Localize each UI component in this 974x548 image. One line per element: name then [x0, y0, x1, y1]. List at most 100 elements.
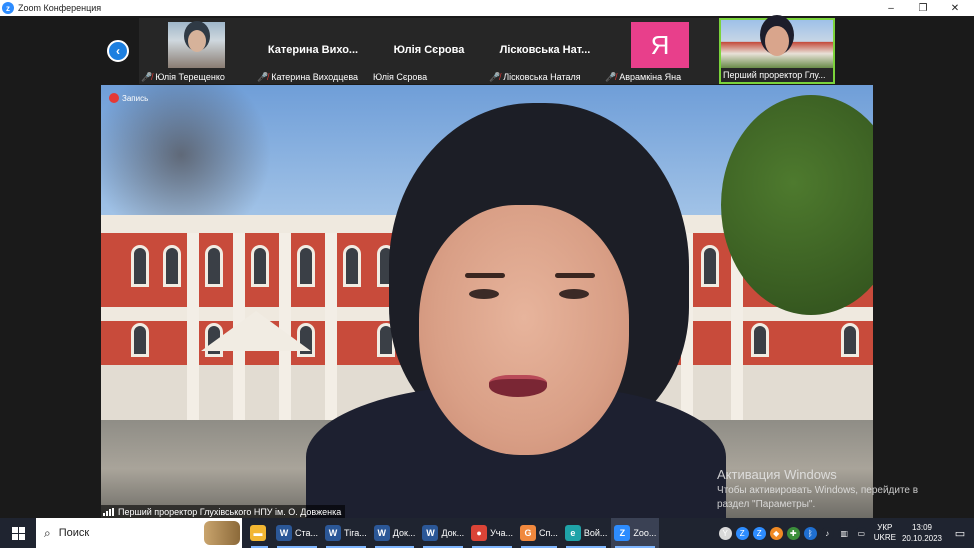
speaker-brow	[465, 273, 505, 278]
chevron-left-icon[interactable]: ‹	[107, 40, 129, 62]
participant-tile[interactable]: Я 🎤̸ Аврамкіна Яна	[603, 18, 719, 84]
zoom-logo-icon: z	[2, 2, 14, 14]
participant-video-thumb	[168, 22, 225, 68]
taskbar-apps: ▬ W Ста... W Tiга... W Док... W Док... ● Уча... G Сп…	[246, 518, 660, 548]
participant-caption: Юлія Сєрова	[373, 71, 485, 83]
word-icon: W	[325, 525, 342, 541]
zoom-window: z Zoom Конференция – ❐ ✕ ‹ 🎤̸ Юлія Терещ…	[0, 0, 974, 548]
recording-label: Запись	[122, 93, 149, 103]
participant-name: Лісковська Наталя	[503, 72, 581, 82]
system-tray: Y Z Z ◆ ✚ ᛒ ♪ ▥ ▭ УКР UKRE 13:09 20.10.2023 ▭	[717, 518, 974, 548]
participant-video-thumb	[721, 20, 833, 68]
word-icon: W	[422, 525, 439, 541]
participant-tile[interactable]: Лісковська Нат... 🎤̸ Лісковська Наталя	[487, 18, 603, 84]
speaker-name: Перший проректор Глухівського НПУ ім. О.…	[118, 506, 342, 517]
participant-strip: ‹ 🎤̸ Юлія Терещенко Катерина Вихо... 🎤̸ …	[0, 16, 974, 84]
windows-logo-icon	[11, 526, 25, 540]
edge-icon: e	[564, 525, 581, 541]
clock-date: 20.10.2023	[901, 534, 942, 543]
clock-time: 13:09	[911, 523, 932, 532]
taskbar-app-label: Zoo...	[633, 528, 657, 538]
participant-display-name: Юлія Сєрова	[393, 44, 465, 56]
signal-bars-icon	[103, 507, 115, 516]
zoom-tray-icon[interactable]: Z	[735, 526, 749, 540]
taskbar-app-label: Док...	[392, 528, 416, 538]
app-orange-icon: G	[520, 525, 536, 541]
restore-button[interactable]: ❐	[908, 0, 938, 16]
title-bar: z Zoom Конференция – ❐ ✕	[0, 0, 974, 16]
word-icon: W	[276, 525, 292, 541]
avatar: Я	[631, 22, 689, 68]
keyboard-layout: UKRE	[873, 533, 896, 542]
participant-display-name: Лісковська Нат...	[499, 44, 591, 56]
taskbar-app-label: Ста...	[295, 528, 319, 538]
participant-name: Перший проректор Глу...	[723, 70, 826, 80]
participant-tile[interactable]: Катерина Вихо... 🎤̸ Катерина Виходцева	[255, 18, 371, 84]
taskbar-app-button[interactable]: W Ста...	[273, 518, 321, 548]
taskbar-app-button[interactable]: W Док...	[371, 518, 419, 548]
participant-caption: 🎤̸ Лісковська Наталя	[489, 71, 601, 83]
file-explorer-icon: ▬	[250, 525, 266, 541]
mic-off-icon: 🎤̸	[257, 71, 269, 82]
zoom-tray-icon-2[interactable]: Z	[752, 526, 766, 540]
participant-tile-active[interactable]: Перший проректор Глу...	[719, 18, 835, 84]
taskbar-app-button[interactable]: ▬	[247, 518, 272, 548]
taskbar-app-button[interactable]: W Док...	[419, 518, 467, 548]
window-title: Zoom Конференция	[18, 3, 102, 13]
taskbar-app-label: Уча...	[490, 528, 513, 538]
network-icon[interactable]: ▥	[837, 526, 851, 540]
taskbar-app-label: Док...	[441, 528, 465, 538]
taskbar-app-button[interactable]: ● Уча...	[468, 518, 516, 548]
recording-indicator: Запись	[109, 93, 148, 103]
taskbar-app-label: Tiга...	[344, 528, 367, 538]
windows-activation-watermark: Активация Windows Чтобы активировать Win…	[717, 467, 918, 510]
search-placeholder: Поиск	[58, 527, 90, 539]
taskbar-app-button[interactable]: e Вой...	[562, 518, 611, 548]
yandex-icon[interactable]: Y	[718, 526, 732, 540]
speaker-eye	[469, 289, 499, 299]
meeting-area: ‹ 🎤̸ Юлія Терещенко Катерина Вихо... 🎤̸ …	[0, 16, 974, 518]
speaker-brow	[555, 273, 595, 278]
orange-app-icon[interactable]: ◆	[769, 526, 783, 540]
taskbar-app-button[interactable]: Z Zoo...	[611, 518, 660, 548]
participant-name: Юлія Терещенко	[155, 72, 225, 82]
activation-text-line: Чтобы активировать Windows, перейдите в	[717, 485, 919, 496]
speaker-icon[interactable]: ♪	[820, 526, 834, 540]
mic-off-icon: 🎤̸	[605, 71, 617, 82]
taskbar: ⌕ Поиск ▬ W Ста... W Tiга... W Док... W Док... ● У…	[0, 518, 974, 548]
activation-text-line: раздел "Параметры".	[717, 499, 816, 510]
taskbar-app-label: Вой...	[583, 528, 608, 538]
notification-icon[interactable]: ▭	[950, 518, 970, 548]
participant-name: Юлія Сєрова	[373, 72, 428, 82]
participant-name: Аврамкіна Яна	[619, 72, 682, 82]
language-code: УКР	[877, 523, 893, 532]
speaker-eye	[559, 289, 589, 299]
speaker-name-label: Перший проректор Глухівського НПУ ім. О.…	[101, 505, 346, 518]
start-button[interactable]	[0, 518, 36, 548]
search-icon: ⌕	[44, 525, 51, 540]
minimize-button[interactable]: –	[876, 0, 906, 16]
battery-icon[interactable]: ▭	[854, 526, 868, 540]
participant-name: Катерина Виходцева	[271, 72, 359, 82]
chrome-icon: ●	[471, 525, 488, 541]
participant-caption: 🎤̸ Катерина Виходцева	[257, 71, 369, 83]
participant-tile[interactable]: 🎤̸ Юлія Терещенко	[139, 18, 255, 84]
main-video[interactable]: Запись	[101, 85, 873, 518]
close-button[interactable]: ✕	[940, 0, 970, 16]
mic-off-icon: 🎤̸	[489, 71, 501, 82]
taskbar-app-button[interactable]: G Сп...	[517, 518, 561, 548]
record-icon	[109, 93, 119, 103]
participant-caption: 🎤̸ Аврамкіна Яна	[605, 71, 717, 83]
participant-tile[interactable]: Юлія Сєрова Юлія Сєрова	[371, 18, 487, 84]
zoom-icon: Z	[614, 525, 631, 541]
search-highlight-icon	[204, 521, 240, 545]
taskbar-app-button[interactable]: W Tiга...	[322, 518, 370, 548]
shield-icon[interactable]: ✚	[786, 526, 800, 540]
speaker-face	[419, 205, 629, 455]
word-icon: W	[373, 525, 390, 541]
language-indicator[interactable]: УКР UKRE	[874, 523, 896, 543]
taskbar-search[interactable]: ⌕ Поиск	[36, 518, 242, 548]
bluetooth-icon[interactable]: ᛒ	[803, 526, 817, 540]
participant-caption: Перший проректор Глу...	[723, 69, 831, 81]
clock[interactable]: 13:09 20.10.2023	[902, 522, 942, 544]
